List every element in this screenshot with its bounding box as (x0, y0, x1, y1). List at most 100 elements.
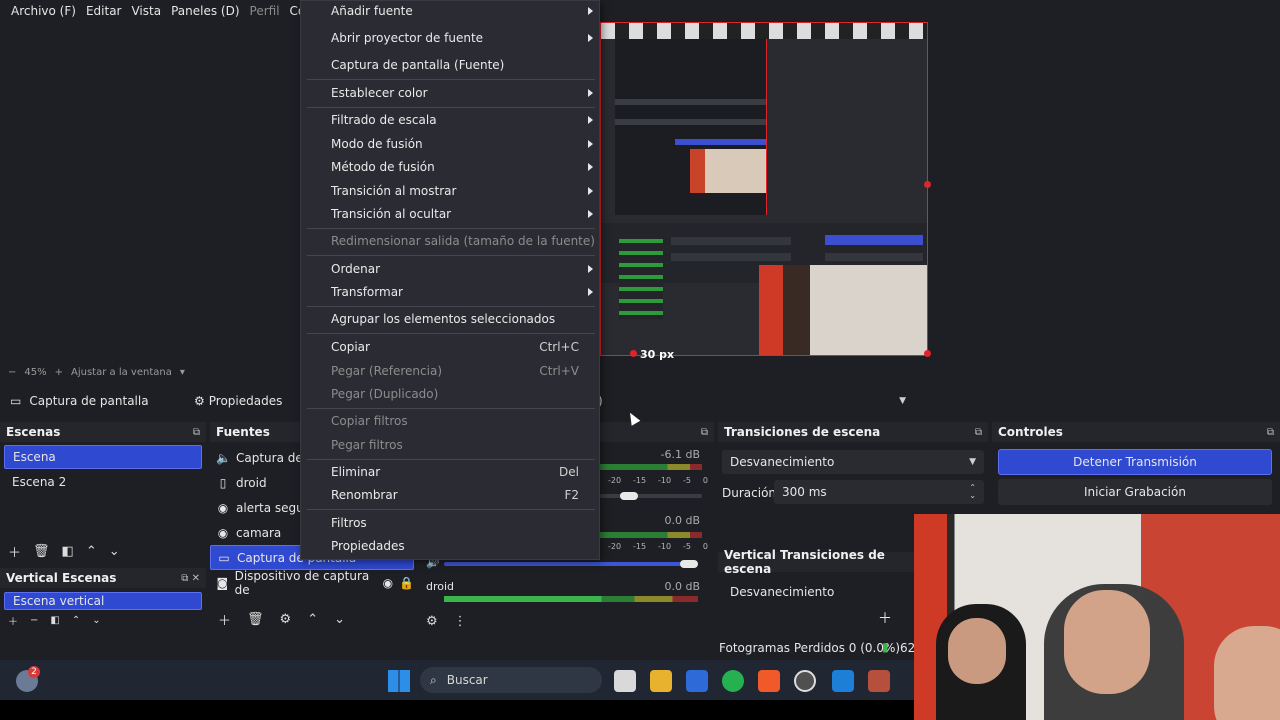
transition-select[interactable]: Desvanecimiento ▼ (722, 450, 984, 474)
undock-icon[interactable]: ⧉ (975, 427, 982, 438)
spin-icon[interactable]: ⌃ ⌄ (969, 484, 976, 500)
remove-icon[interactable]: − (30, 615, 38, 626)
menu-separator (307, 408, 595, 409)
submenu-arrow-icon (588, 34, 593, 42)
menu-editar[interactable]: Editar (81, 4, 127, 18)
stop-stream-button[interactable]: Detener Transmisión (998, 449, 1272, 475)
dropped-frames: Fotogramas Perdidos 0 (0.0%) (719, 641, 901, 655)
filter-icon[interactable]: ◧ (50, 615, 59, 626)
person-face (1064, 590, 1150, 694)
menu-item-set-color[interactable]: Establecer color (301, 82, 599, 104)
zoom-in-button[interactable]: + (55, 367, 63, 378)
chevron-down-icon[interactable]: ▾ (180, 367, 185, 378)
chevron-up-icon[interactable]: ⌃ (86, 544, 97, 559)
volume-slider-knob[interactable] (620, 492, 638, 500)
menu-item-transform[interactable]: Transformar (301, 281, 599, 303)
menu-item-hide-transition[interactable]: Transición al ocultar (301, 203, 599, 225)
menu-paneles[interactable]: Paneles (D) (166, 4, 244, 18)
gear-icon[interactable]: ⚙ (426, 614, 438, 629)
undock-icon[interactable]: ⧉ (193, 427, 200, 438)
menu-item-screenshot-source[interactable]: Captura de pantalla (Fuente) (301, 54, 599, 76)
taskbar-search[interactable]: ⌕ Buscar (420, 667, 602, 693)
gear-icon[interactable]: ⚙ (280, 612, 292, 627)
chevron-up-icon[interactable]: ⌃ (307, 612, 318, 627)
menu-item-open-projector[interactable]: Abrir proyector de fuente (301, 27, 599, 49)
menu-item-show-transition[interactable]: Transición al mostrar (301, 180, 599, 202)
windows-start-icon[interactable] (388, 670, 410, 692)
menu-item-filters[interactable]: Filtros (301, 512, 599, 534)
menu-item-properties[interactable]: Propiedades (301, 535, 599, 557)
menu-item-label: Añadir fuente (331, 4, 413, 18)
menu-item-delete[interactable]: Eliminar Del (301, 461, 599, 483)
vertical-scene-item[interactable]: Escena vertical (4, 592, 202, 610)
trash-icon[interactable]: 🗑 (247, 612, 264, 627)
vertical-transition-select[interactable]: Desvanecimiento (722, 580, 914, 604)
menu-item-blend-mode[interactable]: Modo de fusión (301, 133, 599, 155)
add-icon[interactable]: ＋ (8, 613, 18, 628)
file-icon: ▯ (219, 475, 227, 490)
preview-canvas[interactable] (600, 22, 928, 356)
menu-item-group-selected[interactable]: Agrupar los elementos seleccionados (301, 308, 599, 330)
menu-item-copy[interactable]: Copiar Ctrl+C (301, 336, 599, 358)
menu-archivo[interactable]: Archivo (F) (6, 4, 81, 18)
whatsapp-icon[interactable] (722, 670, 744, 692)
task-view-icon[interactable] (614, 670, 636, 692)
volume-slider[interactable] (444, 562, 698, 566)
chevron-down-icon[interactable]: ⌄ (334, 612, 345, 627)
volume-meter (444, 596, 698, 602)
menu-item-resize-output: Redimensionar salida (tamaño de la fuent… (301, 230, 599, 252)
menu-item-label: Filtros (331, 516, 367, 530)
eye-icon[interactable]: ◉ (383, 576, 393, 590)
menu-item-add-source[interactable]: Añadir fuente (301, 0, 599, 22)
volume-slider[interactable] (600, 494, 702, 498)
source-item[interactable]: ◙ Dispositivo de captura de ◉ 🔒 (210, 569, 414, 597)
store-icon[interactable] (686, 670, 708, 692)
add-icon[interactable]: ＋ (878, 608, 892, 628)
volume-meter (600, 532, 702, 538)
obs-icon[interactable] (794, 670, 816, 692)
duration-spinbox[interactable]: 300 ms ⌃ ⌄ (774, 480, 984, 504)
scale-tick: -15 (633, 542, 647, 551)
vertical-transition-value: Desvanecimiento (730, 585, 835, 599)
more-icon[interactable]: ⋮ (454, 614, 467, 629)
recursive-capture (615, 39, 767, 215)
lock-icon[interactable]: 🔒 (399, 576, 414, 590)
chevron-down-icon[interactable]: ⌄ (109, 544, 120, 559)
undock-icon[interactable]: ⧉ (1267, 427, 1274, 438)
resize-handle-right[interactable] (924, 181, 931, 188)
zoom-out-button[interactable]: − (8, 367, 16, 378)
menu-item-blend-method[interactable]: Método de fusión (301, 156, 599, 178)
resize-handle-bottom[interactable] (630, 350, 637, 357)
file-explorer-icon[interactable] (650, 670, 672, 692)
properties-button[interactable]: ⚙ Propiedades (188, 391, 288, 411)
menu-item-label: Pegar (Referencia) (331, 364, 443, 378)
chevron-up-icon[interactable]: ⌃ (72, 615, 80, 626)
source-dropdown[interactable]: ) ▼ (596, 390, 914, 412)
volume-slider-knob[interactable] (680, 560, 698, 568)
fit-window-select[interactable]: Ajustar a la ventana (71, 367, 172, 378)
scene-item[interactable]: Escena 2 (4, 470, 202, 494)
menu-item-scale-filter[interactable]: Filtrado de escala (301, 109, 599, 131)
controls-title-bar: Controles ⧉ (992, 422, 1280, 442)
menu-item-order[interactable]: Ordenar (301, 258, 599, 280)
notification-badge: 2 (28, 666, 40, 678)
filter-icon[interactable]: ◧ (62, 544, 74, 559)
menu-item-rename[interactable]: Renombrar F2 (301, 484, 599, 506)
scale-tick: -10 (658, 542, 672, 551)
app-icon[interactable] (868, 670, 890, 692)
trash-icon[interactable]: 🗑 (33, 544, 50, 559)
undock-icon[interactable]: ⧉ (701, 427, 708, 438)
undock-icon[interactable]: ⧉ ✕ (181, 573, 200, 584)
add-icon[interactable]: ＋ (218, 610, 231, 629)
add-icon[interactable]: ＋ (8, 542, 21, 561)
captured-meters (619, 239, 663, 319)
chevron-down-icon[interactable]: ⌄ (92, 615, 100, 626)
brave-icon[interactable] (758, 670, 780, 692)
captured-stop-button (825, 235, 923, 245)
menu-vista[interactable]: Vista (126, 4, 166, 18)
start-recording-button[interactable]: Iniciar Grabación (998, 479, 1272, 505)
scene-item[interactable]: Escena (4, 445, 202, 469)
chat-icon[interactable] (832, 670, 854, 692)
menu-perfil[interactable]: Perfil (245, 4, 285, 18)
resize-handle-bottom-right[interactable] (924, 350, 931, 357)
